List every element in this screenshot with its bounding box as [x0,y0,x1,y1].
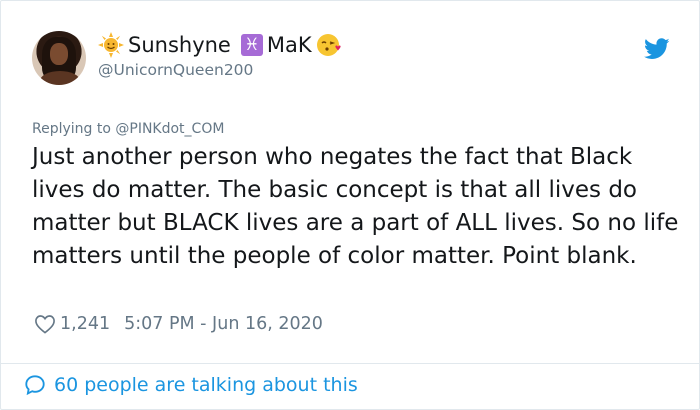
avatar[interactable] [32,31,86,85]
speech-bubble-icon [25,375,45,396]
avatar-shoulders [40,71,80,85]
divider [1,363,699,364]
replying-to[interactable]: Replying to @PINKdot_COM [32,121,224,137]
twitter-bird-icon[interactable] [644,38,670,60]
avatar-face [50,43,68,65]
tweet-timestamp[interactable]: 5:07 PM - Jun 16, 2020 [124,314,323,334]
tweet-meta: 1,241 5:07 PM - Jun 16, 2020 [34,314,323,334]
pisces-icon: ♓ [240,34,263,56]
face-blowing-kiss-icon [316,34,341,56]
heart-icon[interactable] [34,314,56,334]
sun-with-face-icon [98,32,124,58]
tweet-card: Sunshyne ♓ MaK @UnicornQueen200 Replying… [0,0,700,410]
talking-about-label: 60 people are talking about this [54,374,358,396]
tweet-header: Sunshyne ♓ MaK @UnicornQueen200 [32,30,672,88]
talking-about-link[interactable]: 60 people are talking about this [24,374,358,396]
display-name: Sunshyne [128,33,231,57]
display-name-row[interactable]: Sunshyne ♓ MaK [98,32,342,58]
user-handle[interactable]: @UnicornQueen200 [98,61,253,79]
like-count[interactable]: 1,241 [60,314,110,334]
display-name-suffix: MaK [266,33,312,57]
tweet-text: Just another person who negates the fact… [32,144,679,269]
